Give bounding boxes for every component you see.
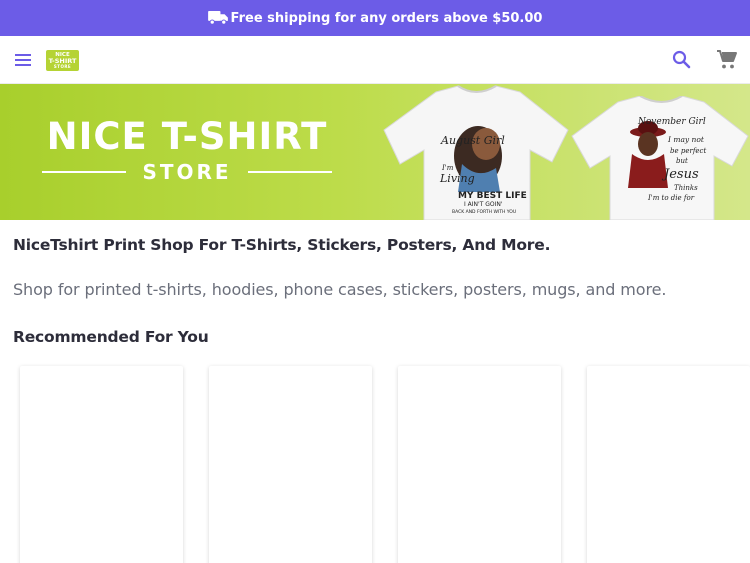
product-card[interactable]: [20, 366, 183, 563]
shirt2-line7: I'm to die for: [647, 194, 695, 202]
hero-title: NICE T-SHIRT: [46, 115, 328, 158]
shirt1-line5: I AIN'T GOIN': [464, 201, 503, 208]
promo-text: Free shipping for any orders above $50.0…: [230, 10, 543, 26]
shirt1-line4: MY BEST LIFE: [458, 191, 527, 201]
hero-banner[interactable]: NICE T-SHIRT STORE August Girl I'm Livin…: [0, 84, 750, 220]
product-card[interactable]: [587, 366, 750, 563]
shirt2-line4: but: [676, 157, 688, 165]
site-header: NICE T-SHIRT STORE: [0, 36, 750, 84]
truck-icon: [207, 11, 228, 25]
store-logo[interactable]: NICE T-SHIRT STORE: [46, 50, 79, 71]
promo-banner: Free shipping for any orders above $50.0…: [0, 0, 750, 36]
page-description: Shop for printed t-shirts, hoodies, phon…: [13, 280, 667, 299]
logo-text-line3: STORE: [53, 63, 72, 69]
hero-subtitle-group: STORE: [42, 160, 332, 184]
shirt2-line5: Jesus: [661, 167, 699, 182]
subtitle-divider-right: [248, 171, 332, 173]
shirt2-line3: be perfect: [670, 147, 706, 155]
search-icon[interactable]: [671, 49, 693, 71]
hamburger-menu-icon[interactable]: [13, 50, 33, 70]
shirt2-line1: November Girl: [637, 117, 706, 127]
shirt1-line3: Living: [439, 172, 475, 185]
shirt1-line2: I'm: [441, 164, 454, 172]
shirt2-line6: Thinks: [674, 184, 698, 192]
tshirt-image-august-girl: August Girl I'm Living MY BEST LIFE I AI…: [383, 85, 569, 220]
page-heading: NiceTshirt Print Shop For T-Shirts, Stic…: [13, 236, 551, 254]
product-card[interactable]: [209, 366, 372, 563]
recommended-products-list: [0, 366, 750, 563]
cart-icon[interactable]: [716, 49, 738, 71]
recommended-section-title: Recommended For You: [13, 328, 209, 346]
shirt1-line1: August Girl: [440, 134, 505, 147]
shirt2-line2: I may not: [667, 135, 705, 144]
tshirt-image-november-girl: November Girl I may not be perfect but J…: [571, 96, 749, 220]
shirt1-line6: BACK AND FORTH WITH YOU: [452, 209, 516, 215]
product-card[interactable]: [398, 366, 561, 563]
